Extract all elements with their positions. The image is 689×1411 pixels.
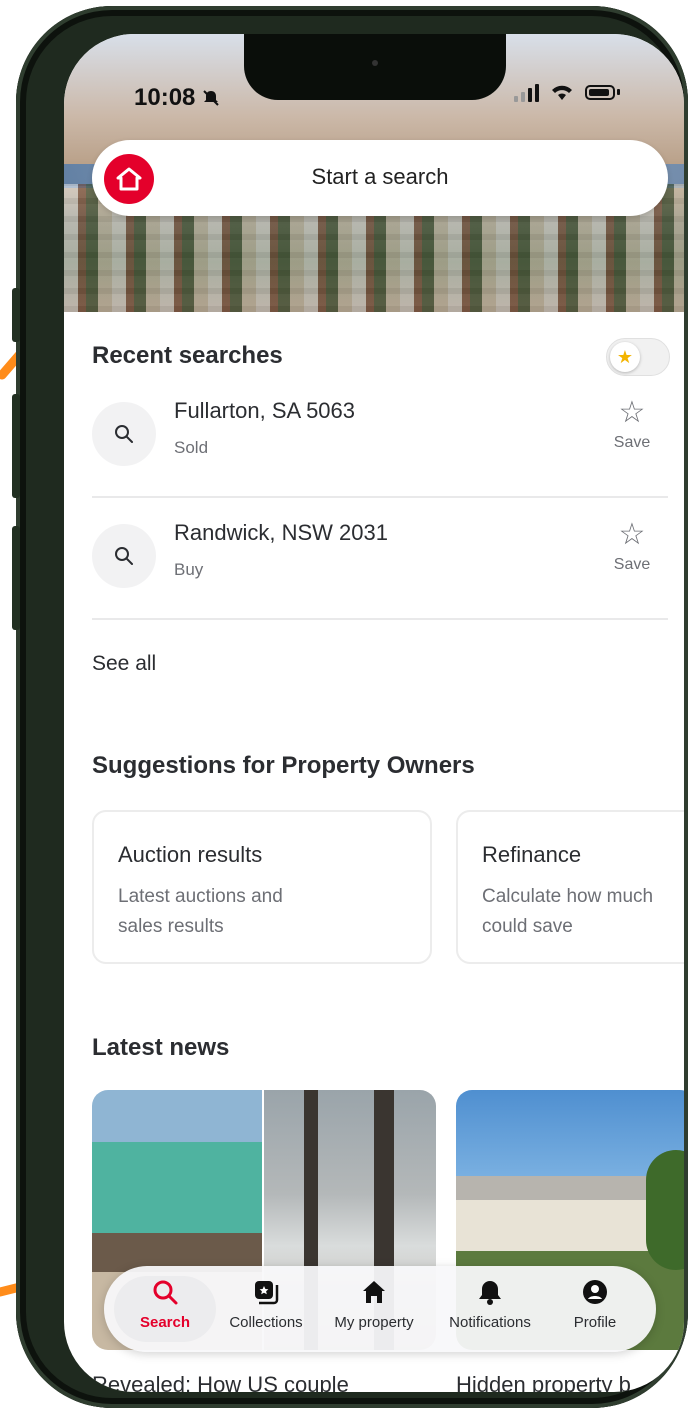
notch xyxy=(244,34,506,100)
wifi-icon xyxy=(552,85,572,100)
recent-search-item[interactable]: Randwick, NSW 2031 Buy ☆ Save xyxy=(92,498,668,618)
home-icon xyxy=(316,1276,432,1308)
tab-label: My property xyxy=(334,1314,414,1331)
tab-label: Search xyxy=(139,1314,191,1331)
battery-icon xyxy=(585,84,615,100)
status-icons xyxy=(514,82,620,102)
search-icon xyxy=(92,402,156,466)
recent-searches-title: Recent searches xyxy=(92,342,283,369)
news-headline[interactable]: Hidden property b xyxy=(456,1372,631,1392)
news-headline[interactable]: Revealed: How US couple xyxy=(92,1372,349,1392)
suggestion-card-auction[interactable]: Auction results Latest auctions and sale… xyxy=(92,810,432,964)
collections-icon xyxy=(216,1276,316,1308)
tab-collections[interactable]: Collections xyxy=(216,1276,316,1342)
tab-label: Profile xyxy=(573,1314,617,1331)
star-outline-icon: ☆ xyxy=(618,518,646,551)
search-placeholder: Start a search xyxy=(311,164,449,189)
tab-label: Notifications xyxy=(449,1314,531,1331)
suggestion-description: Calculate how much could save xyxy=(482,886,654,937)
signal-icon xyxy=(514,82,539,102)
tab-notifications[interactable]: Notifications xyxy=(434,1276,546,1342)
bottom-tab-bar: Search Collections My property Notificat… xyxy=(104,1266,656,1352)
tab-label: Collections xyxy=(229,1314,303,1331)
recent-search-type: Buy xyxy=(174,560,204,579)
tab-profile[interactable]: Profile xyxy=(550,1276,640,1342)
suggestion-title: Refinance xyxy=(482,842,582,867)
phone-frame: 10:08 Start a search Recent searches ★ F… xyxy=(12,6,688,1408)
save-button[interactable]: ☆ Save xyxy=(604,520,660,574)
save-label: Save xyxy=(613,434,651,451)
search-bar[interactable]: Start a search xyxy=(92,140,668,216)
recent-search-title: Randwick, NSW 2031 xyxy=(174,520,388,545)
status-time: 10:08 xyxy=(134,84,220,112)
bell-slash-icon xyxy=(203,90,219,106)
recent-search-type: Sold xyxy=(174,438,209,457)
star-outline-icon: ☆ xyxy=(618,396,646,429)
star-icon: ★ xyxy=(610,342,640,372)
saved-toggle[interactable]: ★ xyxy=(606,338,670,376)
app-screen: 10:08 Start a search Recent searches ★ F… xyxy=(64,34,684,1392)
bell-icon xyxy=(434,1276,546,1308)
save-label: Save xyxy=(613,556,651,573)
tab-search[interactable]: Search xyxy=(114,1276,216,1342)
recent-search-item[interactable]: Fullarton, SA 5063 Sold ☆ Save xyxy=(92,376,668,496)
suggestion-card-refinance[interactable]: Refinance Calculate how much could save xyxy=(456,810,684,964)
suggestions-title: Suggestions for Property Owners xyxy=(92,752,475,779)
save-button[interactable]: ☆ Save xyxy=(604,398,660,452)
see-all-link[interactable]: See all xyxy=(92,652,156,676)
side-button xyxy=(12,394,20,498)
suggestion-description: Latest auctions and sales results xyxy=(118,886,283,937)
latest-news-title: Latest news xyxy=(92,1034,230,1061)
side-button xyxy=(12,288,20,342)
side-button xyxy=(12,526,20,630)
divider xyxy=(92,618,668,620)
tab-my-property[interactable]: My property xyxy=(316,1276,432,1342)
recent-search-title: Fullarton, SA 5063 xyxy=(174,398,356,423)
search-icon xyxy=(114,1276,216,1308)
profile-icon xyxy=(550,1276,640,1308)
search-icon xyxy=(92,524,156,588)
suggestion-title: Auction results xyxy=(118,842,263,867)
